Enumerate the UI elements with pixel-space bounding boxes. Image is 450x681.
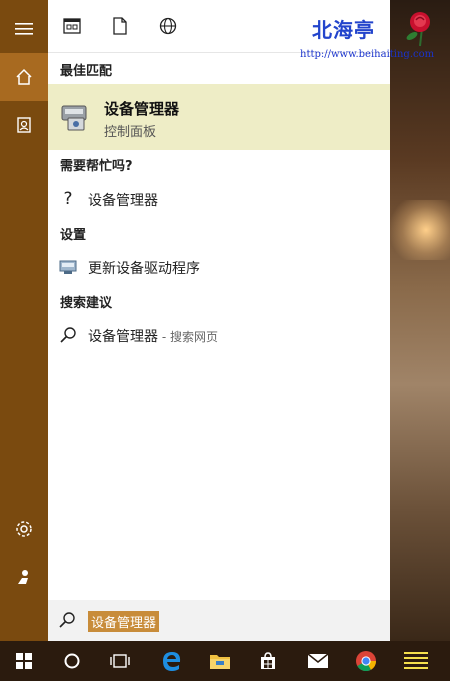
notes-icon[interactable] bbox=[392, 641, 440, 681]
apps-icon[interactable] bbox=[60, 14, 84, 38]
edge-icon[interactable] bbox=[148, 641, 196, 681]
help-result[interactable]: ? 设备管理器 bbox=[48, 183, 390, 215]
question-icon: ? bbox=[63, 189, 73, 209]
file-explorer-icon[interactable] bbox=[196, 641, 244, 681]
best-match-title: 设备管理器 bbox=[104, 100, 180, 118]
chrome-icon[interactable] bbox=[342, 641, 390, 681]
user-icon[interactable] bbox=[0, 553, 48, 601]
suggestion-hint: - 搜索网页 bbox=[158, 330, 218, 344]
best-match-subtitle: 控制面板 bbox=[104, 125, 157, 140]
settings-gear-icon[interactable] bbox=[0, 505, 48, 553]
desktop-background bbox=[390, 0, 450, 641]
suggestion-text: 设备管理器 bbox=[88, 329, 158, 345]
section-help: 需要帮忙吗? bbox=[60, 159, 133, 174]
settings-result[interactable]: 更新设备驱动程序 bbox=[48, 251, 390, 283]
help-result-label: 设备管理器 bbox=[88, 193, 158, 209]
site-url: http://www.beihaiting.com bbox=[300, 49, 435, 60]
section-best-match: 最佳匹配 bbox=[60, 64, 113, 79]
section-suggestions: 搜索建议 bbox=[60, 296, 113, 311]
site-logo: 北海亭 bbox=[312, 18, 375, 42]
start-search-panel: 最佳匹配 设备管理器 控制面板 需要帮忙吗? ? 设备管理器 设置 更新设备驱动… bbox=[48, 0, 390, 641]
mail-icon[interactable] bbox=[294, 641, 342, 681]
search-box[interactable]: 设备管理器 bbox=[48, 600, 390, 641]
windows-start-icon[interactable] bbox=[0, 641, 48, 681]
cortana-icon[interactable] bbox=[48, 641, 96, 681]
sunlight-glow bbox=[390, 200, 450, 260]
suggestion-result-label: 设备管理器 - 搜索网页 bbox=[88, 326, 218, 346]
rose-logo-icon bbox=[398, 6, 442, 50]
best-match-result[interactable]: 设备管理器 控制面板 bbox=[48, 84, 390, 150]
suggestion-result[interactable]: 设备管理器 - 搜索网页 bbox=[48, 319, 390, 351]
search-query[interactable]: 设备管理器 bbox=[88, 611, 160, 632]
section-settings: 设置 bbox=[60, 228, 87, 243]
store-icon[interactable] bbox=[244, 641, 292, 681]
documents-icon[interactable] bbox=[0, 101, 48, 149]
settings-result-label: 更新设备驱动程序 bbox=[88, 261, 200, 277]
hamburger-icon[interactable] bbox=[0, 5, 48, 53]
search-icon bbox=[58, 325, 78, 345]
search-box-icon bbox=[58, 611, 76, 633]
taskbar bbox=[0, 641, 450, 681]
globe-icon[interactable] bbox=[156, 14, 180, 38]
task-view-icon[interactable] bbox=[96, 641, 144, 681]
start-left-rail bbox=[0, 0, 48, 641]
driver-update-icon bbox=[58, 257, 78, 277]
document-icon[interactable] bbox=[108, 14, 132, 38]
home-icon[interactable] bbox=[0, 53, 48, 101]
device-manager-icon bbox=[60, 100, 92, 136]
